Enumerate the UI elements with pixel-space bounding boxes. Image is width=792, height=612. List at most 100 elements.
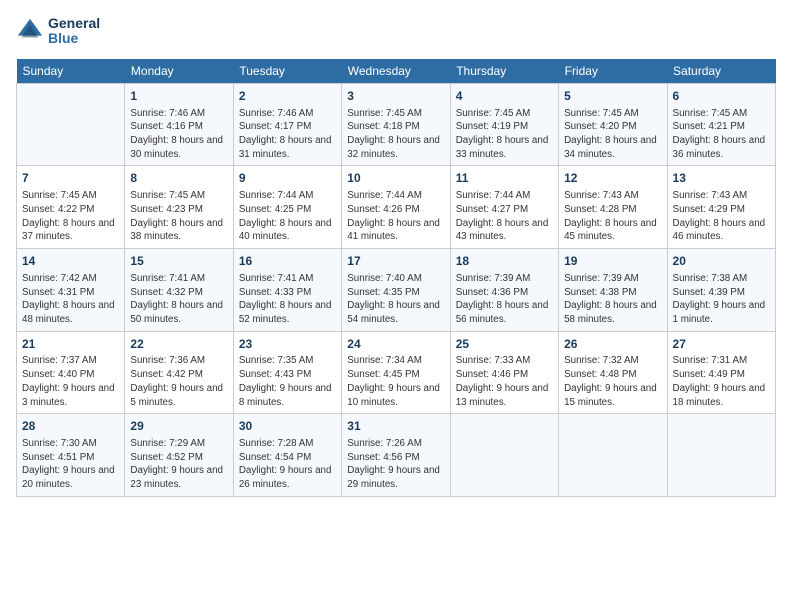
cell-content: Sunrise: 7:41 AMSunset: 4:32 PMDaylight:… — [130, 272, 227, 327]
cell-content: Sunrise: 7:36 AMSunset: 4:42 PMDaylight:… — [130, 354, 227, 409]
day-number: 25 — [456, 336, 553, 353]
day-number: 11 — [456, 170, 553, 187]
calendar-cell: 7 Sunrise: 7:45 AMSunset: 4:22 PMDaylight… — [17, 166, 125, 249]
calendar-cell: 15 Sunrise: 7:41 AMSunset: 4:32 PMDayligh… — [125, 249, 233, 332]
calendar-cell: 14 Sunrise: 7:42 AMSunset: 4:31 PMDayligh… — [17, 249, 125, 332]
cell-content: Sunrise: 7:46 AMSunset: 4:16 PMDaylight:… — [130, 107, 227, 162]
day-number: 16 — [239, 253, 336, 270]
day-number: 31 — [347, 418, 444, 435]
logo-text: General Blue — [48, 16, 100, 47]
calendar-cell: 3 Sunrise: 7:45 AMSunset: 4:18 PMDaylight… — [342, 83, 450, 166]
cell-content: Sunrise: 7:26 AMSunset: 4:56 PMDaylight:… — [347, 437, 444, 492]
calendar-cell: 19 Sunrise: 7:39 AMSunset: 4:38 PMDayligh… — [559, 249, 667, 332]
cell-content: Sunrise: 7:31 AMSunset: 4:49 PMDaylight:… — [673, 354, 770, 409]
calendar-cell: 29 Sunrise: 7:29 AMSunset: 4:52 PMDayligh… — [125, 414, 233, 497]
calendar-cell: 22Sunrise: 7:36 AMSunset: 4:42 PMDayligh… — [125, 331, 233, 414]
cell-content: Sunrise: 7:37 AMSunset: 4:40 PMDaylight:… — [22, 354, 119, 409]
calendar-cell: 24Sunrise: 7:34 AMSunset: 4:45 PMDayligh… — [342, 331, 450, 414]
calendar-cell: 17 Sunrise: 7:40 AMSunset: 4:35 PMDayligh… — [342, 249, 450, 332]
day-number: 30 — [239, 418, 336, 435]
header: General Blue — [16, 16, 776, 47]
calendar-week-row: 28Sunrise: 7:30 AMSunset: 4:51 PMDayligh… — [17, 414, 776, 497]
cell-content: Sunrise: 7:39 AMSunset: 4:36 PMDaylight:… — [456, 272, 553, 327]
day-number: 6 — [673, 88, 770, 105]
calendar-cell: 12 Sunrise: 7:43 AMSunset: 4:28 PMDayligh… — [559, 166, 667, 249]
weekday-header: Wednesday — [342, 59, 450, 84]
calendar-cell: 31 Sunrise: 7:26 AMSunset: 4:56 PMDayligh… — [342, 414, 450, 497]
calendar-cell: 4Sunrise: 7:45 AMSunset: 4:19 PMDaylight… — [450, 83, 558, 166]
day-number: 7 — [22, 170, 119, 187]
weekday-header: Saturday — [667, 59, 775, 84]
day-number: 27 — [673, 336, 770, 353]
day-number: 29 — [130, 418, 227, 435]
day-number: 5 — [564, 88, 661, 105]
day-number: 19 — [564, 253, 661, 270]
cell-content: Sunrise: 7:38 AMSunset: 4:39 PMDaylight:… — [673, 272, 770, 327]
calendar-cell: 10 Sunrise: 7:44 AMSunset: 4:26 PMDayligh… — [342, 166, 450, 249]
day-number: 17 — [347, 253, 444, 270]
calendar-week-row: 7 Sunrise: 7:45 AMSunset: 4:22 PMDaylight… — [17, 166, 776, 249]
calendar-week-row: 14 Sunrise: 7:42 AMSunset: 4:31 PMDayligh… — [17, 249, 776, 332]
day-number: 3 — [347, 88, 444, 105]
day-number: 26 — [564, 336, 661, 353]
calendar-cell: 13Sunrise: 7:43 AMSunset: 4:29 PMDayligh… — [667, 166, 775, 249]
day-number: 10 — [347, 170, 444, 187]
cell-content: Sunrise: 7:45 AMSunset: 4:19 PMDaylight:… — [456, 107, 553, 162]
calendar-cell: 25Sunrise: 7:33 AMSunset: 4:46 PMDayligh… — [450, 331, 558, 414]
calendar-cell: 26Sunrise: 7:32 AMSunset: 4:48 PMDayligh… — [559, 331, 667, 414]
day-number: 15 — [130, 253, 227, 270]
calendar-week-row: 1 Sunrise: 7:46 AMSunset: 4:16 PMDaylight… — [17, 83, 776, 166]
cell-content: Sunrise: 7:45 AMSunset: 4:18 PMDaylight:… — [347, 107, 444, 162]
calendar-cell — [667, 414, 775, 497]
cell-content: Sunrise: 7:32 AMSunset: 4:48 PMDaylight:… — [564, 354, 661, 409]
day-number: 18 — [456, 253, 553, 270]
cell-content: Sunrise: 7:45 AMSunset: 4:22 PMDaylight:… — [22, 189, 119, 244]
day-number: 14 — [22, 253, 119, 270]
cell-content: Sunrise: 7:45 AMSunset: 4:23 PMDaylight:… — [130, 189, 227, 244]
calendar-cell: 11 Sunrise: 7:44 AMSunset: 4:27 PMDayligh… — [450, 166, 558, 249]
day-number: 22 — [130, 336, 227, 353]
calendar-cell: 8Sunrise: 7:45 AMSunset: 4:23 PMDaylight… — [125, 166, 233, 249]
page-container: General Blue SundayMondayTuesdayWednesda… — [0, 0, 792, 505]
calendar-cell: 28Sunrise: 7:30 AMSunset: 4:51 PMDayligh… — [17, 414, 125, 497]
day-number: 1 — [130, 88, 227, 105]
weekday-header: Monday — [125, 59, 233, 84]
calendar-cell — [17, 83, 125, 166]
calendar-cell: 23Sunrise: 7:35 AMSunset: 4:43 PMDayligh… — [233, 331, 341, 414]
cell-content: Sunrise: 7:40 AMSunset: 4:35 PMDaylight:… — [347, 272, 444, 327]
cell-content: Sunrise: 7:45 AMSunset: 4:20 PMDaylight:… — [564, 107, 661, 162]
calendar-cell — [450, 414, 558, 497]
cell-content: Sunrise: 7:33 AMSunset: 4:46 PMDaylight:… — [456, 354, 553, 409]
cell-content: Sunrise: 7:44 AMSunset: 4:27 PMDaylight:… — [456, 189, 553, 244]
calendar-cell: 20 Sunrise: 7:38 AMSunset: 4:39 PMDayligh… — [667, 249, 775, 332]
cell-content: Sunrise: 7:41 AMSunset: 4:33 PMDaylight:… — [239, 272, 336, 327]
cell-content: Sunrise: 7:29 AMSunset: 4:52 PMDaylight:… — [130, 437, 227, 492]
weekday-header: Thursday — [450, 59, 558, 84]
calendar-cell: 9Sunrise: 7:44 AMSunset: 4:25 PMDaylight… — [233, 166, 341, 249]
day-number: 21 — [22, 336, 119, 353]
calendar-cell: 2Sunrise: 7:46 AMSunset: 4:17 PMDaylight… — [233, 83, 341, 166]
calendar-cell: 16 Sunrise: 7:41 AMSunset: 4:33 PMDayligh… — [233, 249, 341, 332]
day-number: 28 — [22, 418, 119, 435]
weekday-header: Sunday — [17, 59, 125, 84]
cell-content: Sunrise: 7:42 AMSunset: 4:31 PMDaylight:… — [22, 272, 119, 327]
cell-content: Sunrise: 7:43 AMSunset: 4:29 PMDaylight:… — [673, 189, 770, 244]
calendar-cell: 21Sunrise: 7:37 AMSunset: 4:40 PMDayligh… — [17, 331, 125, 414]
cell-content: Sunrise: 7:28 AMSunset: 4:54 PMDaylight:… — [239, 437, 336, 492]
day-number: 12 — [564, 170, 661, 187]
weekday-header: Tuesday — [233, 59, 341, 84]
cell-content: Sunrise: 7:39 AMSunset: 4:38 PMDaylight:… — [564, 272, 661, 327]
cell-content: Sunrise: 7:35 AMSunset: 4:43 PMDaylight:… — [239, 354, 336, 409]
calendar-table: SundayMondayTuesdayWednesdayThursdayFrid… — [16, 59, 776, 497]
day-number: 20 — [673, 253, 770, 270]
cell-content: Sunrise: 7:43 AMSunset: 4:28 PMDaylight:… — [564, 189, 661, 244]
calendar-cell: 30 Sunrise: 7:28 AMSunset: 4:54 PMDayligh… — [233, 414, 341, 497]
calendar-cell: 27Sunrise: 7:31 AMSunset: 4:49 PMDayligh… — [667, 331, 775, 414]
cell-content: Sunrise: 7:34 AMSunset: 4:45 PMDaylight:… — [347, 354, 444, 409]
cell-content: Sunrise: 7:44 AMSunset: 4:26 PMDaylight:… — [347, 189, 444, 244]
calendar-cell — [559, 414, 667, 497]
day-number: 23 — [239, 336, 336, 353]
day-number: 9 — [239, 170, 336, 187]
header-row: SundayMondayTuesdayWednesdayThursdayFrid… — [17, 59, 776, 84]
weekday-header: Friday — [559, 59, 667, 84]
